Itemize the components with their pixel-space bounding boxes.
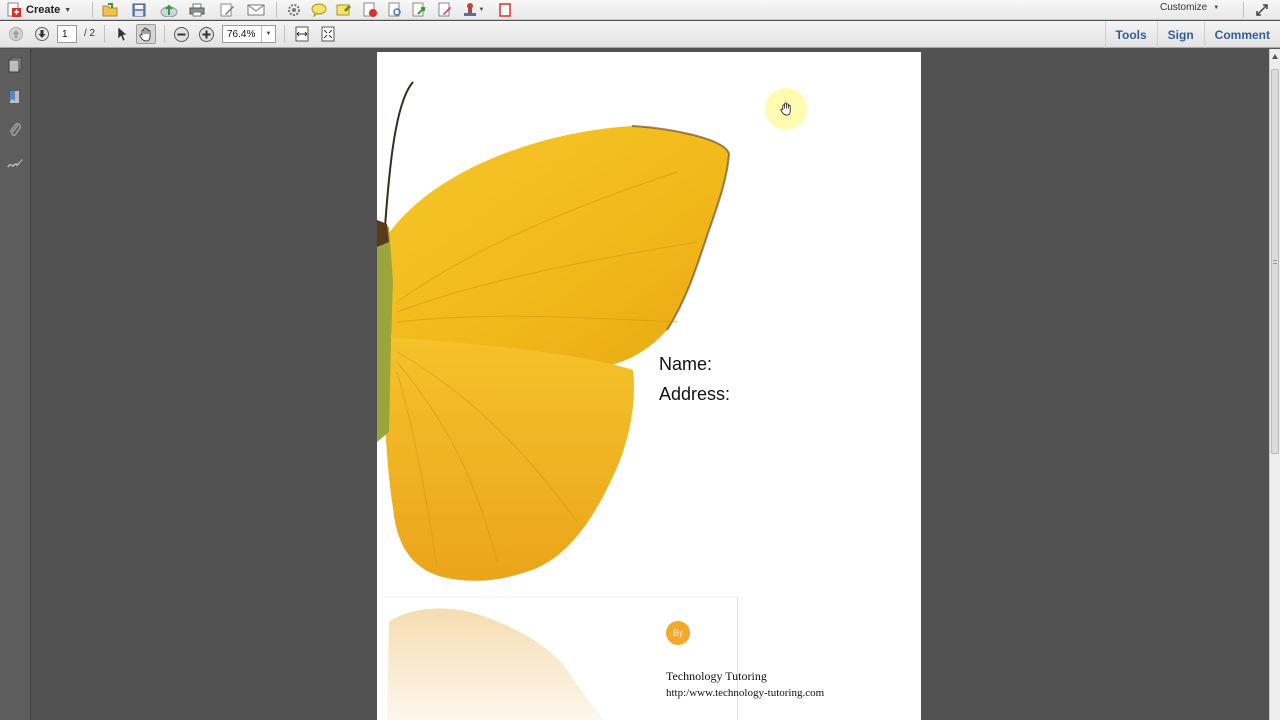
- navigation-pane: [0, 49, 31, 720]
- expand-icon: [1256, 4, 1268, 16]
- sticky-note-button[interactable]: [335, 1, 353, 19]
- hand-icon: [139, 27, 151, 41]
- chevron-down-icon: ▼: [478, 7, 485, 13]
- fit-page-button[interactable]: [318, 25, 338, 43]
- company-name: Technology Tutoring: [666, 669, 767, 683]
- fullscreen-button[interactable]: [1253, 1, 1271, 19]
- redact-button[interactable]: [361, 1, 379, 19]
- name-field-label: Name:: [659, 354, 713, 374]
- zoom-value: 76.4%: [227, 28, 256, 40]
- edit-button[interactable]: [218, 1, 236, 19]
- divider: [104, 25, 105, 43]
- plus-circle-icon: [198, 26, 214, 42]
- minus-circle-icon: [173, 26, 189, 42]
- paperclip-icon: [9, 122, 22, 137]
- vertical-scrollbar[interactable]: [1269, 49, 1280, 720]
- sticky-note-icon: [336, 4, 351, 16]
- zoom-in-button[interactable]: [196, 25, 216, 43]
- chevron-down-icon: ▼: [1213, 4, 1220, 11]
- document-icon: [388, 2, 401, 17]
- sign-button[interactable]: [436, 1, 454, 19]
- previous-page-button[interactable]: [6, 25, 26, 43]
- arrow-down-icon: [35, 27, 49, 41]
- redact-icon: [363, 2, 377, 17]
- scrollbar-thumb[interactable]: [1271, 69, 1279, 454]
- divider: [276, 2, 277, 18]
- edit-icon: [220, 3, 234, 17]
- page-number-input[interactable]: 1: [57, 25, 77, 43]
- bookmarks-button[interactable]: [7, 89, 23, 105]
- chevron-down-icon: ▼: [64, 6, 72, 14]
- signature-icon: [7, 159, 23, 168]
- print-icon: [189, 3, 205, 17]
- upload-button[interactable]: [159, 1, 179, 19]
- next-page-button[interactable]: [32, 25, 52, 43]
- website-url: http:/www.technology-tutoring.com: [666, 687, 825, 699]
- export-icon: [412, 2, 425, 17]
- comment-link[interactable]: Comment: [1203, 21, 1280, 48]
- export-button[interactable]: [410, 1, 428, 19]
- divider: [1243, 2, 1244, 18]
- crop-icon: [499, 3, 511, 17]
- zoom-select[interactable]: 76.4% ▼: [222, 25, 276, 43]
- settings-icon: [288, 4, 300, 16]
- main-toolbar: Create ▼ ▼ Customize ▼: [0, 0, 1280, 20]
- select-tool-button[interactable]: [112, 25, 132, 43]
- hand-cursor-icon: [779, 102, 791, 116]
- create-button[interactable]: Create ▼: [6, 1, 71, 19]
- customize-button[interactable]: Customize ▼: [1160, 2, 1219, 13]
- pages-icon: [8, 57, 22, 73]
- cursor-highlight: [765, 88, 807, 130]
- zoom-out-button[interactable]: [171, 25, 191, 43]
- comment-icon: [311, 3, 327, 17]
- sign-link[interactable]: Sign: [1156, 21, 1204, 48]
- comment-button[interactable]: [310, 1, 328, 19]
- print-button[interactable]: [188, 1, 206, 19]
- page-number-value: 1: [62, 28, 68, 40]
- divider: [92, 2, 93, 18]
- save-icon: [132, 3, 146, 17]
- select-cursor-icon: [117, 26, 128, 42]
- address-field-label: Address:: [659, 384, 731, 404]
- document-button[interactable]: [386, 1, 404, 19]
- crop-button[interactable]: [496, 1, 514, 19]
- arrow-up-icon: [9, 27, 23, 41]
- create-icon: [7, 2, 21, 17]
- page-total: / 2: [84, 28, 96, 39]
- chevron-down-icon: ▼: [261, 26, 275, 42]
- fit-page-icon: [321, 26, 335, 42]
- document-page[interactable]: Name: Address: By Technology Tutoring ht…: [377, 52, 921, 720]
- attachments-button[interactable]: [7, 122, 23, 138]
- fit-width-icon: [295, 26, 309, 42]
- scroll-up-icon[interactable]: [1272, 54, 1278, 59]
- divider: [284, 25, 285, 43]
- by-badge: By: [666, 621, 690, 645]
- save-button[interactable]: [130, 1, 148, 19]
- bookmark-icon: [10, 91, 19, 103]
- divider: [737, 597, 738, 720]
- upload-icon: [160, 4, 178, 17]
- page-thumbnails-button[interactable]: [7, 57, 23, 73]
- panel-links: Tools Sign Comment: [1104, 21, 1280, 48]
- divider: [164, 25, 165, 43]
- sign-icon: [438, 2, 451, 17]
- email-icon: [247, 4, 265, 16]
- create-label: Create: [26, 4, 61, 16]
- signatures-button[interactable]: [7, 155, 23, 171]
- butterfly-image: [377, 81, 737, 720]
- tools-link[interactable]: Tools: [1104, 21, 1157, 48]
- open-icon: [102, 3, 118, 17]
- email-button[interactable]: [246, 1, 266, 19]
- navigation-toolbar: 1 / 2 76.4% ▼ Tools Sign Comment: [0, 21, 1280, 48]
- settings-button[interactable]: [285, 1, 303, 19]
- hand-tool-button[interactable]: [136, 24, 156, 44]
- customize-label: Customize: [1160, 2, 1208, 13]
- stamp-button[interactable]: ▼: [460, 1, 486, 19]
- fit-width-button[interactable]: [292, 25, 312, 43]
- open-button[interactable]: [101, 1, 119, 19]
- stamp-icon: [463, 3, 476, 16]
